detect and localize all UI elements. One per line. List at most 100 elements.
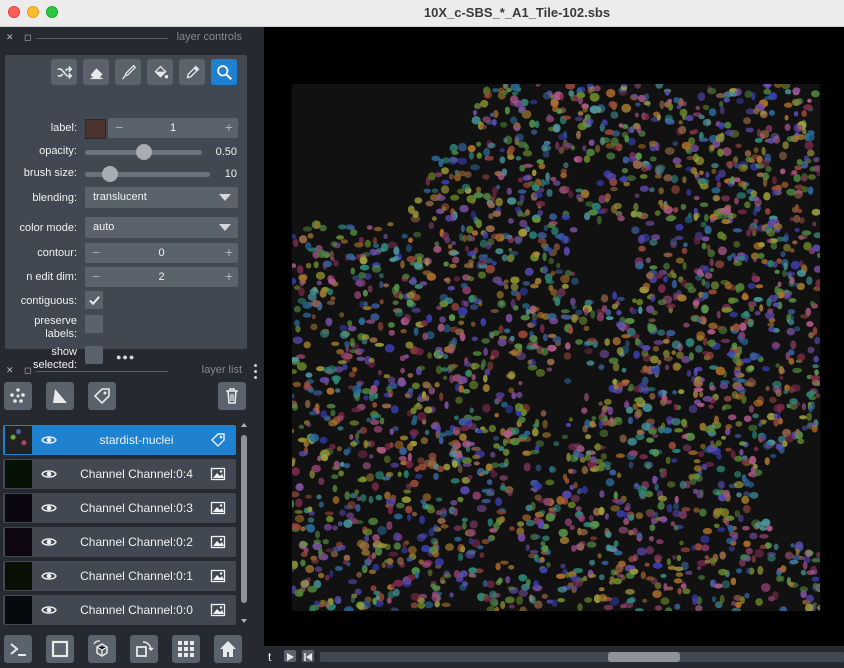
- increment-icon[interactable]: +: [225, 269, 233, 283]
- nucleus-label: [350, 267, 356, 275]
- nucleus-label: [539, 324, 545, 333]
- nucleus-label: [749, 532, 758, 540]
- nucleus-label: [593, 85, 601, 92]
- nucleus-label: [483, 374, 488, 383]
- eye-icon[interactable]: [41, 501, 57, 515]
- nucleus-label: [299, 541, 308, 548]
- nucleus-label: [532, 217, 541, 224]
- nucleus-label: [712, 488, 721, 496]
- eye-icon[interactable]: [41, 535, 57, 549]
- blending-dropdown[interactable]: translucent: [85, 187, 238, 208]
- brush-size-slider-handle[interactable]: [102, 166, 118, 182]
- frame-step-button[interactable]: [302, 650, 314, 662]
- layer-row-channel-0-2[interactable]: Channel Channel:0:2: [3, 527, 236, 557]
- new-shapes-layer-button[interactable]: [46, 382, 74, 410]
- dock-float-close-icons[interactable]: ✕ ◻: [6, 365, 36, 376]
- nucleus-label: [727, 297, 736, 305]
- fill-button[interactable]: [147, 59, 173, 85]
- eye-icon[interactable]: [41, 433, 57, 447]
- nucleus-label: [577, 487, 583, 494]
- nucleus-label: [569, 524, 575, 531]
- paint-button[interactable]: [115, 59, 141, 85]
- layer-list: stardist-nuclei Channel Channel:0:4 Chan…: [3, 423, 248, 625]
- shuffle-colors-button[interactable]: [51, 59, 77, 85]
- label-value: 1: [169, 122, 177, 134]
- delete-layer-button[interactable]: [218, 382, 246, 410]
- dock-float-close-icons[interactable]: ✕ ◻: [6, 32, 36, 43]
- brush-size-slider[interactable]: [85, 166, 210, 182]
- nucleus-label: [671, 185, 680, 194]
- new-labels-layer-button[interactable]: [88, 382, 116, 410]
- nucleus-label: [807, 346, 815, 354]
- layer-row-stardist-nuclei[interactable]: stardist-nuclei: [3, 425, 236, 455]
- roll-dims-button[interactable]: [88, 635, 116, 663]
- segmentation-image[interactable]: [292, 84, 820, 611]
- nucleus-label: [739, 449, 744, 456]
- nucleus-label: [749, 305, 755, 312]
- nucleus-label: [422, 332, 428, 341]
- nucleus-label: [385, 472, 394, 477]
- nucleus-label: [601, 305, 608, 312]
- console-button[interactable]: [4, 635, 32, 663]
- opacity-slider-handle[interactable]: [135, 144, 152, 160]
- color-mode-dropdown[interactable]: auto: [85, 217, 238, 238]
- nucleus-label: [722, 92, 730, 99]
- nucleus-label: [811, 557, 820, 563]
- ndisplay-button[interactable]: [46, 635, 74, 663]
- scrollbar-thumb[interactable]: [241, 435, 247, 603]
- scroll-down-icon[interactable]: [241, 619, 247, 623]
- new-points-layer-button[interactable]: [4, 382, 32, 410]
- nucleus-label: [672, 157, 682, 165]
- nucleus-label: [599, 490, 605, 498]
- nucleus-label: [431, 188, 439, 193]
- layer-row-channel-0-4[interactable]: Channel Channel:0:4: [3, 459, 236, 489]
- nucleus-label: [772, 380, 782, 388]
- nucleus-label: [628, 514, 635, 521]
- nucleus-label: [458, 385, 464, 393]
- home-button[interactable]: [214, 635, 242, 663]
- contiguous-checkbox[interactable]: [85, 291, 103, 309]
- n-edit-dim-spinbox[interactable]: − 2 +: [85, 267, 238, 287]
- viewer-canvas[interactable]: [264, 27, 844, 646]
- nucleus-label: [713, 523, 720, 528]
- eye-icon[interactable]: [41, 467, 57, 481]
- nucleus-label: [292, 523, 301, 531]
- nucleus-label: [628, 461, 634, 469]
- pan-zoom-button[interactable]: [211, 59, 237, 85]
- nucleus-label: [394, 283, 400, 292]
- contour-spinbox[interactable]: − 0 +: [85, 243, 238, 263]
- nucleus-label: [758, 242, 765, 248]
- nucleus-label: [673, 502, 679, 510]
- erase-button[interactable]: [83, 59, 109, 85]
- time-slider-handle[interactable]: [608, 652, 680, 662]
- nucleus-label: [531, 427, 539, 437]
- dock-splitter-handle[interactable]: ●●●: [116, 352, 135, 362]
- nucleus-label: [476, 545, 484, 550]
- eye-icon[interactable]: [41, 603, 57, 617]
- time-slider[interactable]: [320, 652, 844, 662]
- layer-row-channel-0-1[interactable]: Channel Channel:0:1: [3, 561, 236, 591]
- layer-list-scrollbar[interactable]: [240, 423, 248, 623]
- nucleus-label: [422, 381, 431, 389]
- eye-icon[interactable]: [41, 569, 57, 583]
- nucleus-label: [476, 504, 487, 513]
- pick-color-button[interactable]: [179, 59, 205, 85]
- transpose-button[interactable]: [130, 635, 158, 663]
- nucleus-label: [616, 472, 622, 479]
- play-button[interactable]: [284, 650, 296, 662]
- scroll-up-icon[interactable]: [241, 423, 247, 427]
- increment-icon[interactable]: +: [225, 245, 233, 259]
- label-spinbox[interactable]: − 1 +: [108, 118, 238, 138]
- increment-icon[interactable]: +: [225, 120, 233, 134]
- contour-label: contour:: [37, 247, 77, 259]
- panel-resize-handle[interactable]: [254, 364, 258, 382]
- grid-view-button[interactable]: [172, 635, 200, 663]
- play-icon: [287, 653, 294, 661]
- nucleus-label: [434, 600, 440, 608]
- preserve-labels-checkbox[interactable]: [85, 315, 103, 333]
- layer-row-channel-0-3[interactable]: Channel Channel:0:3: [3, 493, 236, 523]
- nucleus-label: [432, 550, 440, 558]
- nucleus-label: [616, 347, 624, 356]
- layer-row-channel-0-0[interactable]: Channel Channel:0:0: [3, 595, 236, 625]
- opacity-slider[interactable]: [85, 144, 202, 160]
